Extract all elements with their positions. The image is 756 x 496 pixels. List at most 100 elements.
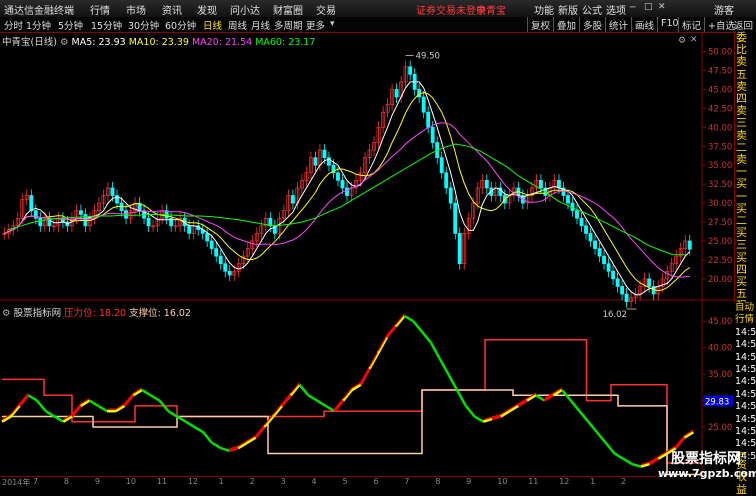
indicator-segment [403, 314, 414, 323]
indicator-segment-red [360, 366, 371, 383]
tick-time: 14:50 [735, 364, 756, 376]
candle-body [611, 270, 616, 280]
ind-tick-label: 35.00 [708, 370, 732, 380]
y-tick-label: 50.00 [708, 48, 732, 58]
period-more[interactable]: 更多 [306, 18, 325, 32]
period-15min[interactable]: 15分钟 [91, 18, 122, 32]
y-tick-label: 47.50 [708, 67, 732, 77]
menu-function[interactable]: 功能 [534, 2, 554, 17]
gear-icon[interactable]: ⚙ [2, 308, 11, 319]
y-tick-label: 40.00 [708, 123, 732, 133]
title-bar: 通达信金融终端 行情 市场 资讯 发现 问小达 财富圈 交易 证券交易未登录 中… [0, 0, 756, 18]
menu-options[interactable]: 选项 [606, 2, 626, 17]
candle-body [624, 293, 629, 302]
period-1min[interactable]: 1分钟 [26, 18, 51, 32]
chart-title: 中青宝(日线) [2, 37, 57, 48]
side-label: 卖五 [736, 55, 747, 81]
menu-discover[interactable]: 发现 [197, 2, 217, 17]
candle-body [597, 248, 602, 257]
menu-quotes[interactable]: 行情 [90, 2, 110, 17]
menu-market[interactable]: 市场 [126, 2, 146, 17]
chart-settings-icon[interactable]: ⚙ [678, 36, 686, 46]
menu-wealth[interactable]: 财富圈 [273, 2, 303, 17]
period-multi[interactable]: 多周期 [274, 18, 303, 32]
menu-new-version[interactable]: 新版 [558, 2, 578, 17]
menu-formula[interactable]: 公式 [582, 2, 602, 17]
period-tick[interactable]: 分时 [4, 18, 23, 32]
menu-trade[interactable]: 交易 [316, 2, 336, 17]
period-month[interactable]: 月线 [251, 18, 270, 32]
candle-body [110, 187, 115, 196]
date-tick: 7 [32, 477, 39, 486]
side-label: 卖四 [736, 79, 747, 106]
minimize-icon[interactable]: ─ [630, 3, 635, 13]
candle-body [620, 286, 625, 295]
menu-news[interactable]: 资讯 [162, 2, 182, 17]
btn-draw[interactable]: 画线 [631, 17, 657, 32]
btn-mark[interactable]: 标记 [678, 17, 704, 32]
indicator-segment [535, 394, 546, 402]
period-5min[interactable]: 5分钟 [58, 18, 83, 32]
chart-area[interactable]: 50.00 47.50 45.00 42.50 40.00 37.50 35.00 32.50… [0, 32, 734, 476]
indicator-segment [569, 399, 581, 412]
maximize-icon[interactable]: □ [644, 2, 653, 12]
candle-body [38, 217, 43, 227]
side-label: 卖三 [736, 104, 747, 130]
period-60min[interactable]: 60分钟 [165, 18, 196, 32]
menu-ask[interactable]: 问小达 [230, 2, 260, 17]
indicator-segment [307, 394, 318, 402]
indicator-segment [272, 405, 283, 418]
indicator-segment [150, 394, 161, 402]
indicator-segment [333, 399, 345, 412]
close-icon[interactable]: ✕ [658, 2, 666, 12]
stock-name-top: 中青宝 [476, 6, 506, 17]
highlight-value: 29.83 [705, 397, 729, 407]
btn-adjust[interactable]: 复权 [527, 17, 553, 32]
indicator-segment [622, 457, 633, 466]
date-tick: 7 [404, 477, 410, 486]
btn-back[interactable]: 返回 [734, 17, 756, 32]
date-tick: 1 [218, 477, 224, 486]
chevron-down-icon[interactable]: ▾ [330, 19, 335, 29]
date-tick: 8 [63, 477, 69, 486]
indicator-segment [176, 415, 187, 423]
close-chart-icon[interactable]: ✕ [690, 35, 698, 45]
user-label[interactable]: 游客 [714, 2, 734, 17]
candle-body [218, 255, 223, 265]
candle-body [602, 255, 606, 265]
side-label: 卖二 [736, 128, 747, 154]
indicator-segment [438, 357, 450, 375]
chart-title-line: 中青宝(日线) ⚙ MA5: 23.93 MA10: 23.39 MA20: 2… [2, 34, 315, 48]
candle-body [687, 240, 692, 250]
period-30min[interactable]: 30分钟 [128, 18, 159, 32]
btn-overlay[interactable]: 叠加 [553, 17, 579, 32]
indicator-segment [674, 436, 686, 449]
candle-body [606, 263, 611, 272]
ma60-label: MA60: 23.17 [255, 37, 316, 48]
indicator-segment [254, 426, 266, 439]
candle-body [421, 96, 426, 113]
indicator-segment [377, 336, 389, 354]
indicator-segment [45, 410, 56, 418]
candle-body [29, 195, 34, 212]
period-week[interactable]: 周线 [228, 18, 247, 32]
indicator-segment [202, 431, 213, 444]
ind-tick-label: 25.00 [708, 423, 732, 433]
candle-body [588, 233, 593, 242]
btn-multi-stock[interactable]: 多股 [579, 17, 605, 32]
date-tick: 4 [311, 477, 317, 486]
candle-body [227, 270, 232, 276]
candle-body [647, 278, 652, 287]
indicator-segment [298, 383, 310, 397]
y-tick-label: 42.50 [708, 104, 732, 114]
indicator-segment-red [377, 334, 388, 352]
indicator-segment [9, 405, 21, 418]
date-tick: 2014年 [2, 478, 31, 487]
period-day[interactable]: 日线 [203, 18, 222, 32]
btn-stats[interactable]: 统计 [605, 17, 631, 32]
btn-add-favorite[interactable]: +自选 [704, 17, 738, 32]
date-tick: 10 [497, 477, 508, 486]
settings-icon[interactable]: ⚙ [60, 37, 69, 48]
tick-side-panel: 自动行情14:5014:5014:5014:5014:5014:5014:501… [734, 302, 756, 462]
indicator-segment [220, 447, 230, 452]
